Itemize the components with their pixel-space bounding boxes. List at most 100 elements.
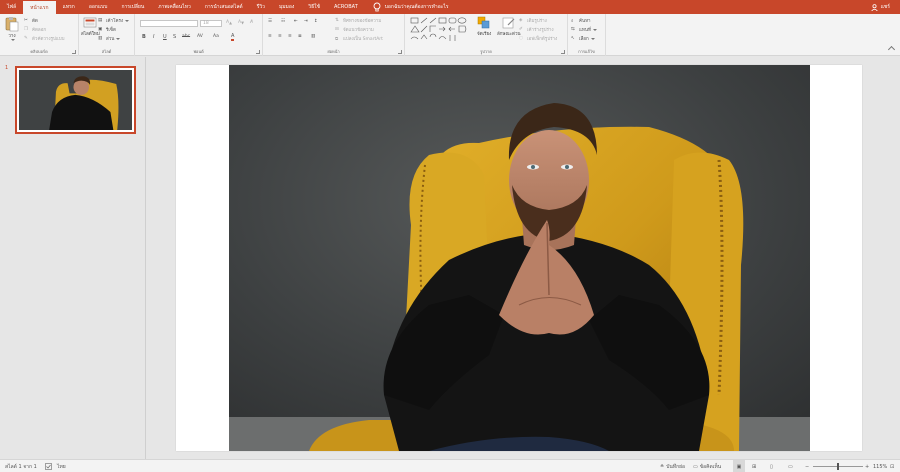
slideshow-button[interactable]: ▭ [788,460,793,472]
line-spacing-button[interactable]: ↕ [314,19,322,25]
bold-button[interactable]: B [142,34,146,40]
columns-button[interactable]: ▥ [311,34,319,40]
increase-indent-button[interactable]: ⇥ [304,19,312,25]
tab-acrobat[interactable]: ACROBAT [327,0,365,14]
bullets-button[interactable]: ☰ [268,19,276,25]
new-slide-button[interactable]: สไลด์ใหม่ [81,16,100,37]
text-shadow-button[interactable]: S [173,34,176,40]
character-spacing-button[interactable]: AV [197,34,203,39]
font-dialog-launcher[interactable] [256,50,260,54]
decrease-indent-button[interactable]: ⇤ [294,19,302,25]
tab-review[interactable]: รีวิว [250,0,272,14]
select-button[interactable]: ↖ เลือก [571,35,595,42]
shrink-font-button[interactable]: A ▼ [238,20,244,25]
indent-icon: ⇥ [304,19,308,24]
layout-button[interactable]: ▤ เค้าโครง [98,17,130,24]
align-right-button[interactable]: ≡ [288,34,296,40]
paragraph-group-label: ย่อหน้า [327,49,340,54]
paragraph-dialog-launcher[interactable] [398,50,402,54]
italic-button[interactable]: I [153,34,154,40]
normal-view-button[interactable]: ▣ [733,460,745,472]
font-group-label: ฟอนต์ [193,49,204,54]
change-case-button[interactable]: Aa [213,34,219,39]
paste-button[interactable]: วาง [5,16,19,41]
replace-button[interactable]: ⇆ แทนที่ [571,26,597,33]
format-painter-button[interactable]: ✎ ตัวคัดวางรูปแบบ [24,35,65,43]
font-size-input[interactable]: 18 [200,20,222,27]
comments-button[interactable]: ▭ ข้อคิดเห็น [693,460,721,472]
clipboard-group-label: คลิปบอร์ด [30,49,48,54]
status-bar: สไลด์ 1 จาก 1 ไทย ≙ บันทึกย่อ ▭ ข้อคิดเห็น… [0,459,900,472]
slide-thumbnail[interactable] [15,66,136,134]
tab-file[interactable]: ไฟล์ [0,0,23,14]
clear-format-button[interactable]: A̸ [250,20,253,25]
cut-button[interactable]: ✂ ตัด [24,17,38,25]
zoom-out-button[interactable]: − [805,460,809,472]
align-right-icon: ≡ [288,34,292,39]
shapes-gallery[interactable] [410,17,472,43]
tab-help[interactable]: วิธีใช้ [301,0,327,14]
tab-slideshow[interactable]: การนำเสนอสไลด์ [198,0,250,14]
tab-home[interactable]: หน้าแรก [23,1,56,14]
cursor-icon: ↖ [571,35,575,41]
fit-to-window-button[interactable]: ⊡ [890,460,894,472]
slides-group: สไลด์ใหม่ ▤ เค้าโครง ▣ รีเซ็ต ▥ ส่วน สไลด์ [79,14,135,56]
shape-effects-button[interactable]: ◌ เอฟเฟ็กต์รูปร่าง [519,35,557,43]
tab-design[interactable]: ออกแบบ [82,0,115,14]
smartart-icon: ⧉ [335,36,339,42]
bullets-icon: ☰ [268,19,273,24]
drawing-dialog-launcher[interactable] [561,50,565,54]
font-group: 18 A ▲ A ▼ A̸ B I U S abc AV Aa A ฟอนต์ [135,14,263,56]
share-label: แชร์ [880,4,890,10]
zoom-in-button[interactable]: + [865,460,869,472]
zoom-slider-thumb[interactable] [837,463,839,470]
clipboard-dialog-launcher[interactable] [72,50,76,54]
paste-icon [5,17,19,32]
shape-fill-button[interactable]: ◈ เติมรูปร่าง [519,17,547,25]
font-name-input[interactable] [140,20,198,27]
tab-view[interactable]: มุมมอง [272,0,301,14]
language-indicator[interactable]: ไทย [57,460,66,472]
copy-button[interactable]: ❐ คัดลอก [24,26,46,34]
slide-sorter-button[interactable]: ⊞ [752,460,756,472]
layout-icon: ▤ [98,17,103,23]
grow-font-button[interactable]: A ▲ [226,20,232,25]
text-direction-button[interactable]: ⇅ ทิศทางของข้อความ [335,17,381,25]
numbering-button[interactable]: ☷ [281,19,289,25]
section-button[interactable]: ▥ ส่วน [98,35,121,42]
find-button[interactable]: ⌕ ค้นหา [571,17,591,25]
zoom-level[interactable]: 115% [873,460,887,472]
slide[interactable] [176,65,862,451]
arrange-icon [477,16,490,29]
tab-transitions[interactable]: การเปลี่ยน [114,0,151,14]
tell-me-search[interactable]: บอกฉันว่าคุณต้องการทำอะไร [373,2,449,12]
align-center-button[interactable]: ≡ [278,34,286,40]
align-text-icon: ⊟ [335,26,339,32]
reading-view-button[interactable]: ▯ [770,460,773,472]
font-color-button[interactable]: A [231,34,235,41]
tell-me-text: บอกฉันว่าคุณต้องการทำอะไร [384,4,449,10]
underline-button[interactable]: U [163,34,167,40]
strikethrough-button[interactable]: abc [182,34,190,39]
share-button[interactable]: แชร์ [870,0,890,14]
tab-insert[interactable]: แทรก [56,0,82,14]
zoom-slider[interactable] [813,460,863,472]
portrait-photo[interactable] [229,65,810,451]
spellcheck-icon[interactable] [45,460,52,472]
align-center-icon: ≡ [278,34,282,39]
align-left-button[interactable]: ≡ [268,34,276,40]
clipboard-group: วาง ✂ ตัด ❐ คัดลอก ✎ ตัวคัดวางรูปแบบ คลิปบอ… [0,14,79,56]
powerpoint-window: ไฟล์ หน้าแรก แทรก ออกแบบ การเปลี่ยน ภาพเ… [0,0,900,472]
quick-styles-button[interactable]: ลักษณะด่วน [497,16,521,37]
paragraph-group: ☰ ☷ ⇤ ⇥ ↕ ⇅ ทิศทางของข้อความ ⊟ จัดแนวข้อคว… [263,14,405,56]
collapse-ribbon-button[interactable] [887,45,896,54]
align-text-button[interactable]: ⊟ จัดแนวข้อความ [335,26,374,34]
convert-smartart-button[interactable]: ⧉ แปลงเป็น SmartArt [335,35,383,43]
justify-button[interactable]: ≣ [298,34,306,40]
tab-animations[interactable]: ภาพเคลื่อนไหว [151,0,198,14]
arrange-button[interactable]: จัดเรียง [477,16,491,37]
shape-outline-button[interactable]: ✐ เค้าร่างรูปร่าง [519,26,554,34]
reset-button[interactable]: ▣ รีเซ็ต [98,26,116,34]
notes-button[interactable]: ≙ บันทึกย่อ [660,460,685,472]
numbering-icon: ☷ [281,19,286,24]
